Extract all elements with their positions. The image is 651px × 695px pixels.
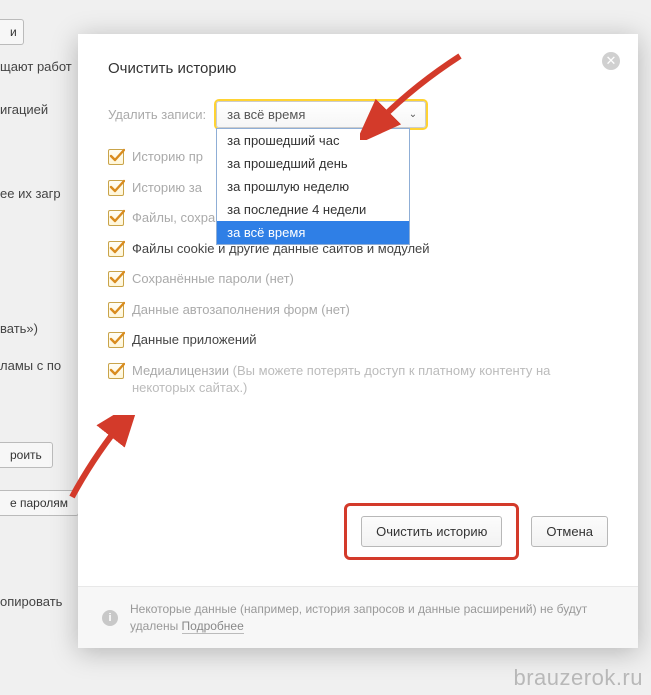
checkbox-label: Данные приложений bbox=[132, 331, 257, 349]
check-row: Сохранённые пароли (нет) bbox=[108, 270, 608, 288]
time-range-select[interactable]: за всё время ⌄ bbox=[216, 101, 426, 128]
dialog-title: Очистить историю bbox=[108, 60, 608, 77]
info-icon: i bbox=[102, 610, 118, 626]
check-row: Данные приложений bbox=[108, 331, 608, 349]
checkbox[interactable] bbox=[108, 302, 124, 318]
checkbox[interactable] bbox=[108, 241, 124, 257]
check-row: Данные автозаполнения форм (нет) bbox=[108, 301, 608, 319]
range-label: Удалить записи: bbox=[108, 107, 206, 122]
annotation-highlight: Очистить историю bbox=[344, 503, 519, 560]
checkbox-label: Сохранённые пароли (нет) bbox=[132, 270, 294, 288]
bg-button-passwords[interactable]: е паролям bbox=[0, 490, 79, 516]
checkbox-label: Историю пр bbox=[132, 148, 203, 166]
more-link[interactable]: Подробнее bbox=[182, 619, 244, 634]
dropdown-option[interactable]: за прошлую неделю bbox=[217, 175, 409, 198]
close-icon[interactable]: ✕ bbox=[602, 52, 620, 70]
check-row: Медиалицензии (Вы можете потерять доступ… bbox=[108, 362, 608, 397]
dropdown-option[interactable]: за всё время bbox=[217, 221, 409, 244]
checkbox-label: Данные автозаполнения форм (нет) bbox=[132, 301, 350, 319]
checkbox-label: Историю за bbox=[132, 179, 202, 197]
checkbox[interactable] bbox=[108, 332, 124, 348]
dropdown-option[interactable]: за прошедший день bbox=[217, 152, 409, 175]
clear-history-button[interactable]: Очистить историю bbox=[361, 516, 502, 547]
time-range-dropdown: за прошедший час за прошедший день за пр… bbox=[216, 128, 410, 245]
watermark: brauzerok.ru bbox=[513, 665, 643, 691]
select-value: за всё время bbox=[227, 107, 305, 122]
chevron-down-icon: ⌄ bbox=[409, 109, 417, 120]
checkbox[interactable] bbox=[108, 149, 124, 165]
bg-button-top[interactable]: и bbox=[0, 19, 24, 45]
bg-button-configure[interactable]: роить bbox=[0, 442, 53, 468]
clear-history-dialog: ✕ Очистить историю Удалить записи: за вс… bbox=[78, 34, 638, 648]
dialog-footer: i Некоторые данные (например, история за… bbox=[78, 586, 638, 648]
checkbox-label: Медиалицензии (Вы можете потерять доступ… bbox=[132, 362, 608, 397]
footer-text: Некоторые данные (например, история запр… bbox=[130, 601, 614, 635]
checkbox[interactable] bbox=[108, 271, 124, 287]
checkbox[interactable] bbox=[108, 180, 124, 196]
cancel-button[interactable]: Отмена bbox=[531, 516, 608, 547]
checkbox[interactable] bbox=[108, 210, 124, 226]
checkbox[interactable] bbox=[108, 363, 124, 379]
dropdown-option[interactable]: за прошедший час bbox=[217, 129, 409, 152]
dropdown-option[interactable]: за последние 4 недели bbox=[217, 198, 409, 221]
